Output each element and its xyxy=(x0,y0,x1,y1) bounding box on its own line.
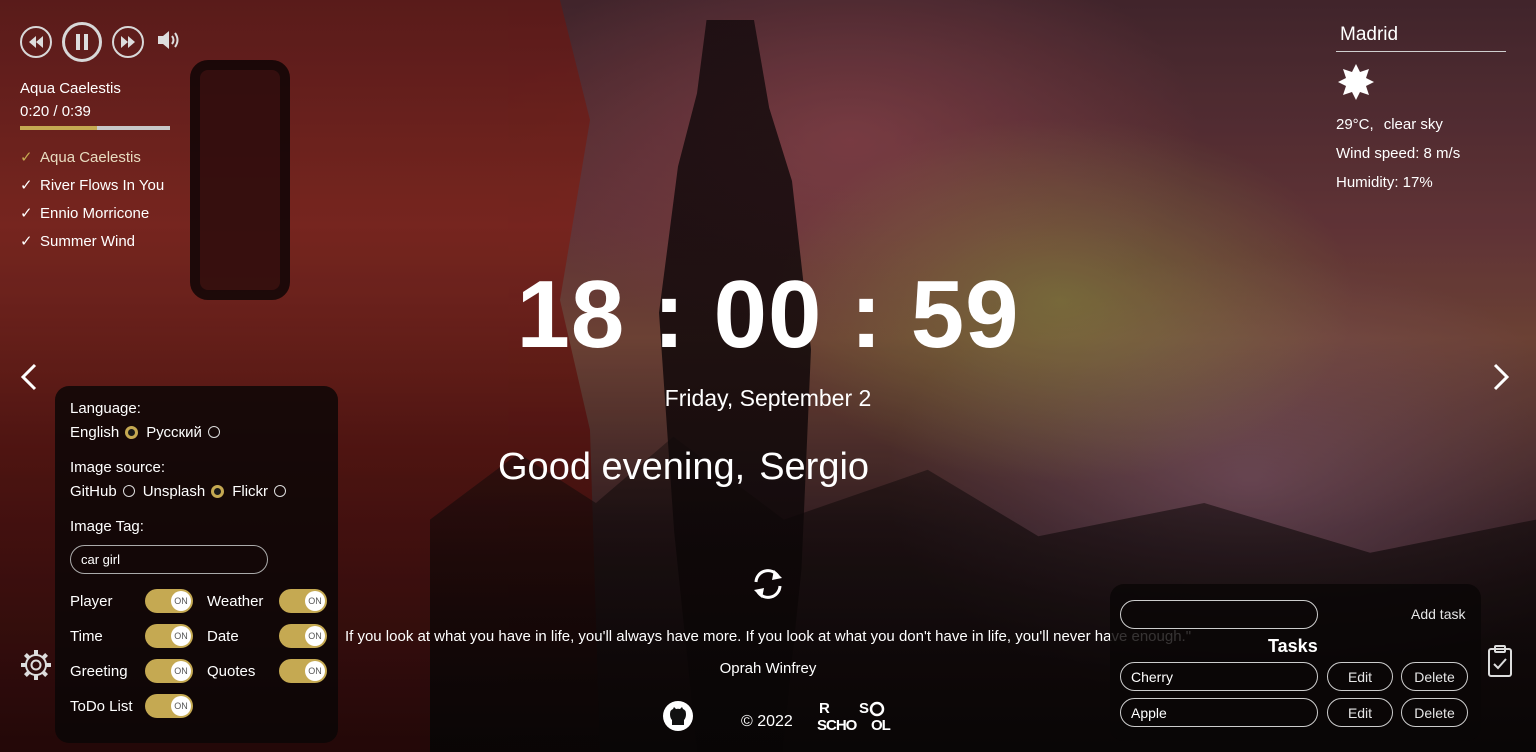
image-source-options: GitHub Unsplash Flickr xyxy=(70,480,323,502)
wind-speed: Wind speed: 8 m/s xyxy=(1336,145,1461,162)
fast-forward-icon xyxy=(121,36,135,48)
task-text[interactable]: Apple xyxy=(1120,698,1318,727)
playlist-item[interactable]: ✓ Ennio Morricone xyxy=(20,200,200,228)
radio-selected-icon[interactable] xyxy=(211,484,225,498)
task-item: Cherry Edit Delete xyxy=(1120,662,1468,691)
radio-icon[interactable] xyxy=(207,426,220,438)
toggle-switch[interactable]: ON xyxy=(145,694,193,718)
pause-icon xyxy=(76,34,88,50)
toggle-todo: ToDo List ON xyxy=(70,694,207,718)
weather-description: clear sky xyxy=(1383,116,1443,133)
greeting-text: Good evening, xyxy=(498,446,746,488)
fast-forward-button[interactable] xyxy=(112,26,144,58)
volume-icon xyxy=(158,30,179,49)
image-source-unsplash[interactable]: Unsplash xyxy=(143,483,225,500)
task-text[interactable]: Cherry xyxy=(1120,662,1318,691)
playlist-item[interactable]: ✓ Aqua Caelestis xyxy=(20,144,200,172)
check-icon: ✓ xyxy=(20,177,33,194)
current-track-title: Aqua Caelestis xyxy=(20,80,121,97)
rs-school-logo[interactable]: R S SCHO OL xyxy=(817,700,899,734)
name-input[interactable]: Sergio xyxy=(759,446,869,489)
copyright-year: © 2022 xyxy=(741,713,793,730)
radio-icon[interactable] xyxy=(122,485,135,497)
weather-summary: 29°C, clear sky xyxy=(1336,114,1506,135)
weather-widget: Madrid 29°C, clear sky Wind speed: 8 m/s … xyxy=(1336,22,1506,193)
widget-toggles: Player ON Weather ON Time ON Date ON Greetin… xyxy=(70,589,327,718)
image-tag-label: Image Tag: xyxy=(70,518,144,535)
radio-selected-icon[interactable] xyxy=(125,425,139,439)
clipboard-check-icon xyxy=(1488,645,1512,677)
add-task-button[interactable]: Add task xyxy=(1411,606,1465,622)
player-controls xyxy=(20,22,200,62)
tasks-title: Tasks xyxy=(1268,636,1318,656)
pause-button[interactable] xyxy=(62,22,102,62)
city-input[interactable]: Madrid xyxy=(1336,22,1506,52)
toggle-switch[interactable]: ON xyxy=(145,589,193,613)
volume-button[interactable] xyxy=(156,28,182,57)
clear-sky-sun-icon xyxy=(1338,64,1506,104)
task-item: Apple Edit Delete xyxy=(1120,698,1468,727)
todo-toggle-button[interactable] xyxy=(1487,644,1513,678)
check-icon: ✓ xyxy=(20,149,33,166)
image-source-flickr[interactable]: Flickr xyxy=(232,483,287,500)
image-source-label: Image source: xyxy=(70,459,166,476)
language-label: Language: xyxy=(70,400,141,417)
language-option-russian[interactable]: Русский xyxy=(146,424,220,441)
github-icon xyxy=(663,701,693,731)
playlist: ✓ Aqua Caelestis ✓ River Flows In You ✓ Enn… xyxy=(20,144,200,256)
audio-player: Aqua Caelestis 0:20 / 0:39 ✓ Aqua Caelest… xyxy=(20,22,200,256)
delete-task-button[interactable]: Delete xyxy=(1401,698,1468,727)
track-time: 0:20 / 0:39 xyxy=(20,103,91,120)
temperature: 29°C, xyxy=(1336,116,1374,133)
check-icon: ✓ xyxy=(20,205,33,222)
image-tag-input[interactable] xyxy=(70,545,268,574)
track-progress-fill xyxy=(20,126,97,130)
language-option-english[interactable]: English xyxy=(70,424,139,441)
toggle-switch[interactable]: ON xyxy=(279,589,327,613)
refresh-icon xyxy=(754,569,782,599)
svg-text:OL: OL xyxy=(871,717,891,732)
check-icon: ✓ xyxy=(20,233,33,250)
edit-task-button[interactable]: Edit xyxy=(1327,698,1393,727)
svg-text:R: R xyxy=(819,700,830,717)
playlist-item[interactable]: ✓ Summer Wind xyxy=(20,228,200,256)
image-source-github[interactable]: GitHub xyxy=(70,483,135,500)
track-progress-bar[interactable] xyxy=(20,126,170,130)
delete-task-button[interactable]: Delete xyxy=(1401,662,1468,691)
svg-text:S: S xyxy=(859,700,869,717)
language-options: English Русский xyxy=(70,421,323,443)
radio-icon[interactable] xyxy=(274,485,287,497)
edit-task-button[interactable]: Edit xyxy=(1327,662,1393,691)
toggle-weather: Weather ON xyxy=(207,589,327,613)
rewind-icon xyxy=(29,36,43,48)
todo-panel: Add task Tasks Cherry Edit Delete Apple … xyxy=(1110,584,1481,741)
greeting: Good evening, Sergio xyxy=(498,446,869,489)
humidity: Humidity: 17% xyxy=(1336,174,1433,191)
rs-school-logo-icon: R S SCHO OL xyxy=(817,700,892,734)
svg-text:SCHO: SCHO xyxy=(817,717,858,732)
clock-time: 18 : 00 : 59 xyxy=(516,261,1020,368)
rewind-button[interactable] xyxy=(20,26,52,58)
new-task-input[interactable] xyxy=(1120,600,1318,629)
playlist-item[interactable]: ✓ River Flows In You xyxy=(20,172,200,200)
github-link[interactable] xyxy=(662,700,694,732)
change-quote-button[interactable] xyxy=(750,566,786,602)
toggle-player: Player ON xyxy=(70,589,207,613)
settings-panel: Language: English Русский Image source: … xyxy=(55,386,338,743)
